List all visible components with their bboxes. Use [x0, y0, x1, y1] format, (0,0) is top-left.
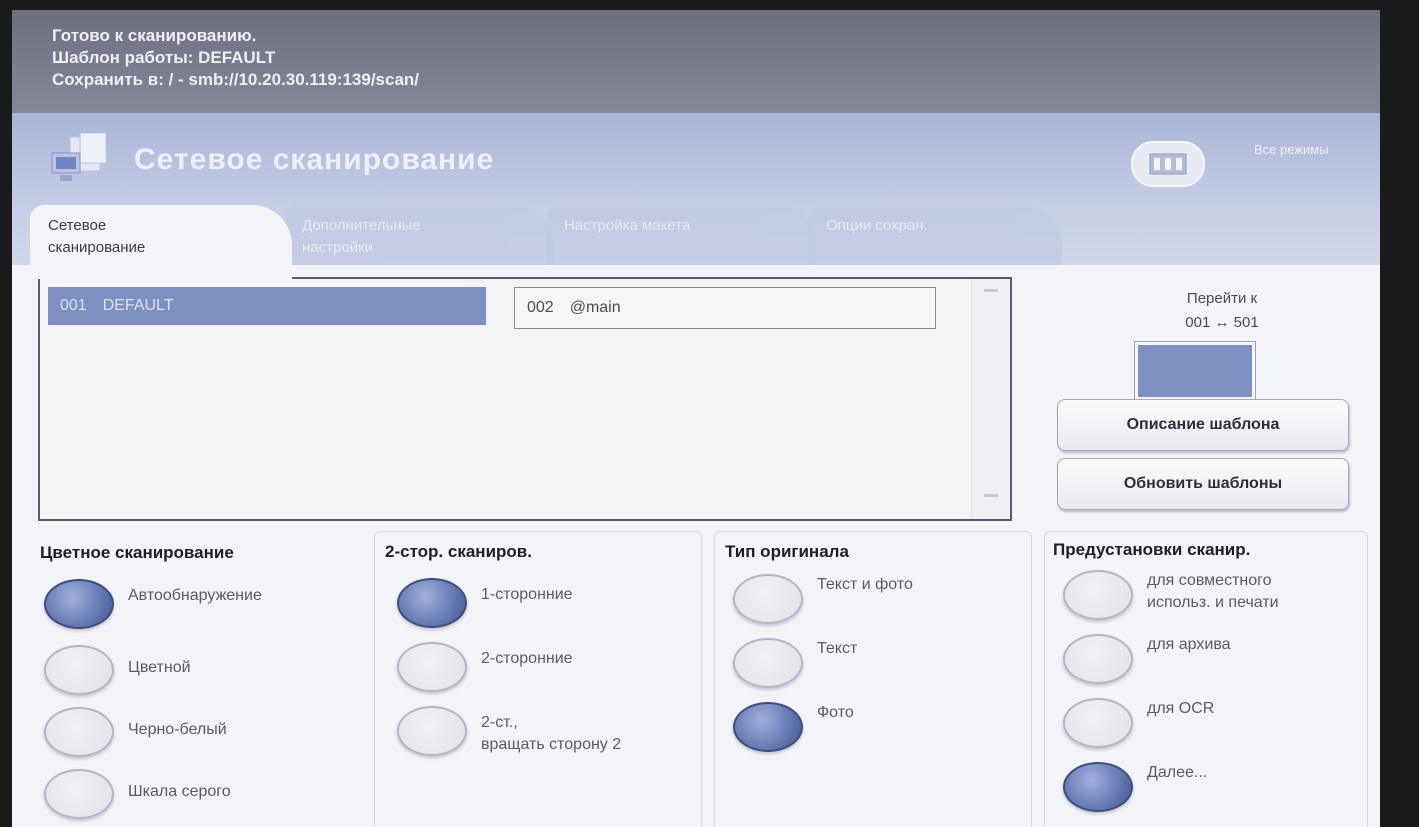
status-destination: Сохранить в: / - smb://10.20.30.119:139/…: [52, 70, 420, 89]
tab-label: Сетевое сканирование: [48, 217, 146, 256]
scanner-screen: Готово к сканированию. Шаблон работы: DE…: [12, 10, 1380, 827]
option-label-line1: для совместного: [1147, 572, 1272, 589]
radio-button[interactable]: [397, 578, 467, 628]
option-label: для архива: [1147, 636, 1231, 653]
radio-button[interactable]: [1063, 698, 1133, 748]
group-title: 2-стор. сканиров.: [385, 542, 532, 561]
option-label: Черно-белый: [128, 721, 227, 738]
option-label: Цветной: [128, 659, 191, 676]
tab-label: Настройка макета: [564, 217, 691, 234]
option-label: Текст: [817, 640, 858, 657]
option-label: 1-сторонние: [481, 586, 573, 603]
radio-button[interactable]: [397, 706, 467, 756]
network-scan-icon: [51, 133, 107, 181]
option-color[interactable]: Цветной: [44, 645, 191, 695]
radio-button[interactable]: [733, 702, 803, 752]
page-title: Сетевое сканирование: [134, 143, 495, 176]
option-label: Фото: [817, 704, 854, 721]
group-title: Цветное сканирование: [40, 543, 234, 562]
radio-button[interactable]: [44, 645, 114, 695]
group-title: Тип оригинала: [725, 542, 849, 561]
radio-button[interactable]: [397, 642, 467, 692]
main-content: 001 DEFAULT 002 @main Перейти к 001 ↔ 50…: [12, 265, 1380, 827]
option-auto-detect[interactable]: Автообнаружение: [44, 579, 262, 629]
status-ready: Готово к сканированию.: [52, 26, 257, 45]
option-label: для совместного использ. и печати: [1147, 570, 1279, 614]
option-two-sided[interactable]: 2-сторонние: [397, 642, 573, 692]
option-more[interactable]: Далее...: [1063, 762, 1207, 812]
template-item[interactable]: 002 @main: [514, 287, 936, 329]
list-scrollbar[interactable]: [971, 279, 1010, 519]
header: Сетевое сканирование Все режимы Сетевое …: [12, 113, 1380, 279]
radio-button[interactable]: [733, 638, 803, 688]
option-label: Далее...: [1147, 764, 1208, 781]
option-label: 2-ст., вращать сторону 2: [481, 712, 621, 756]
scroll-down-icon[interactable]: [984, 494, 998, 497]
grid-icon: [1149, 153, 1187, 175]
all-modes-button[interactable]: [1131, 141, 1205, 187]
radio-button[interactable]: [44, 579, 114, 629]
template-number: 002: [527, 299, 554, 316]
option-black-white[interactable]: Черно-белый: [44, 707, 227, 757]
goto-input[interactable]: [1134, 341, 1256, 401]
duplex-group: 2-стор. сканиров. 1-сторонние 2-сторонни…: [374, 531, 702, 827]
goto-range: 001 ↔ 501: [1185, 314, 1259, 331]
template-name: DEFAULT: [102, 297, 174, 314]
option-photo[interactable]: Фото: [733, 702, 854, 752]
template-description-button[interactable]: Описание шаблона: [1057, 399, 1349, 451]
option-label-line2: вращать сторону 2: [481, 736, 622, 753]
tab-network-scanning[interactable]: Сетевое сканирование: [30, 205, 292, 279]
option-label-line1: 2-ст.,: [481, 714, 518, 731]
tab-label: Дополнительные настройки: [302, 217, 421, 256]
group-title: Предустановки сканир.: [1053, 540, 1251, 559]
radio-button[interactable]: [1063, 762, 1133, 812]
option-label-line2: использ. и печати: [1147, 594, 1279, 611]
template-number: 001: [60, 297, 87, 314]
radio-button[interactable]: [733, 574, 803, 624]
goto-label: Перейти к: [1186, 290, 1258, 307]
scan-presets-group: Предустановки сканир. для совместного ис…: [1044, 531, 1368, 827]
option-text-photo[interactable]: Текст и фото: [733, 574, 913, 624]
radio-button[interactable]: [1063, 634, 1133, 684]
option-text[interactable]: Текст: [733, 638, 857, 688]
option-label: для OCR: [1147, 700, 1215, 717]
option-ocr[interactable]: для OCR: [1063, 698, 1214, 748]
color-scanning-group: Цветное сканирование Автообнаружение Цве…: [34, 531, 364, 827]
tab-label: Опции сохран.: [826, 217, 928, 234]
template-list[interactable]: 001 DEFAULT 002 @main: [38, 277, 1012, 521]
template-name: @main: [569, 299, 621, 316]
all-modes-label: Все режимы: [1254, 142, 1329, 157]
option-label: 2-сторонние: [481, 650, 573, 667]
update-templates-button[interactable]: Обновить шаблоны: [1057, 458, 1349, 510]
status-template: Шаблон работы: DEFAULT: [52, 48, 276, 67]
option-label: Шкала серого: [128, 783, 231, 800]
option-one-sided[interactable]: 1-сторонние: [397, 578, 573, 628]
option-label: Текст и фото: [817, 576, 913, 593]
option-share-print[interactable]: для совместного использ. и печати: [1063, 570, 1279, 620]
original-type-group: Тип оригинала Текст и фото Текст Фото: [714, 531, 1032, 827]
option-two-sided-rotate[interactable]: 2-ст., вращать сторону 2: [397, 706, 621, 756]
radio-button[interactable]: [44, 769, 114, 819]
scroll-up-icon[interactable]: [984, 289, 998, 292]
option-label: Автообнаружение: [128, 587, 262, 604]
goto-section: Перейти к 001 ↔ 501: [1122, 287, 1322, 335]
status-bar: Готово к сканированию. Шаблон работы: DE…: [12, 10, 1380, 113]
option-archive[interactable]: для архива: [1063, 634, 1231, 684]
radio-button[interactable]: [1063, 570, 1133, 620]
template-item-selected[interactable]: 001 DEFAULT: [48, 287, 486, 325]
option-grayscale[interactable]: Шкала серого: [44, 769, 231, 819]
radio-button[interactable]: [44, 707, 114, 757]
